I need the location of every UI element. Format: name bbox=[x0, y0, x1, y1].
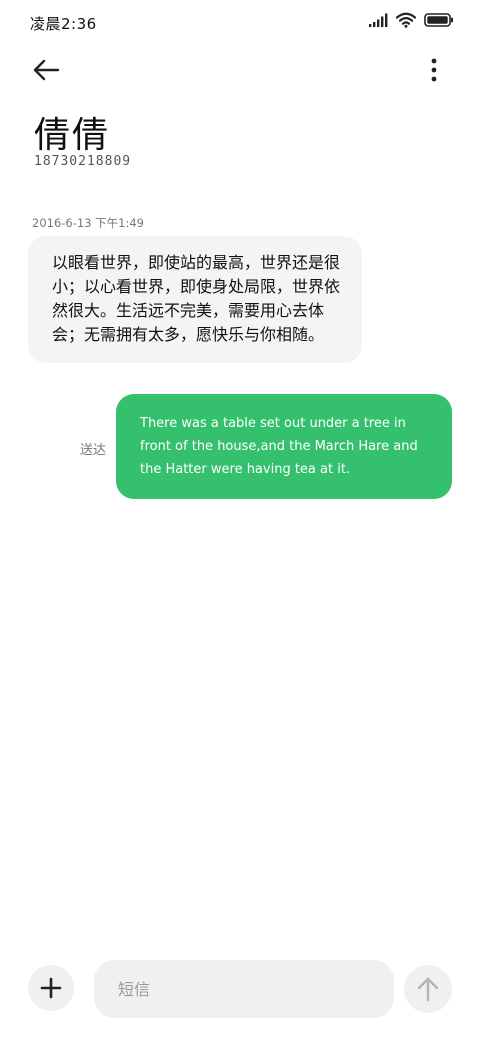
add-attachment-button[interactable] bbox=[28, 965, 74, 1011]
delivery-status: 送达 bbox=[80, 443, 107, 458]
plus-icon bbox=[40, 977, 62, 999]
wifi-icon bbox=[396, 12, 416, 28]
back-button[interactable] bbox=[32, 54, 72, 86]
top-nav bbox=[0, 52, 480, 88]
contact-number: 18730218809 bbox=[34, 154, 132, 169]
status-bar: 凌晨2:36 bbox=[0, 0, 480, 44]
status-time: 凌晨2:36 bbox=[30, 15, 97, 33]
battery-icon bbox=[424, 13, 453, 27]
signal-icon bbox=[369, 13, 388, 27]
more-options-button[interactable] bbox=[424, 54, 444, 86]
outgoing-message-bubble[interactable]: There was a table set out under a tree i… bbox=[116, 394, 452, 499]
message-timestamp: 2016-6-13 下午1:49 bbox=[32, 216, 144, 230]
contact-name: 倩倩 bbox=[34, 115, 111, 156]
message-input[interactable] bbox=[94, 960, 394, 1018]
status-icons bbox=[368, 12, 454, 28]
arrow-up-icon bbox=[417, 977, 439, 1002]
arrow-left-icon bbox=[33, 59, 60, 81]
send-button[interactable] bbox=[404, 965, 452, 1013]
incoming-message-bubble[interactable]: 以眼看世界，即使站的最高，世界还是很小；以心看世界，即使身处局限，世界依然很大。… bbox=[28, 236, 362, 363]
more-vertical-icon bbox=[431, 58, 437, 82]
